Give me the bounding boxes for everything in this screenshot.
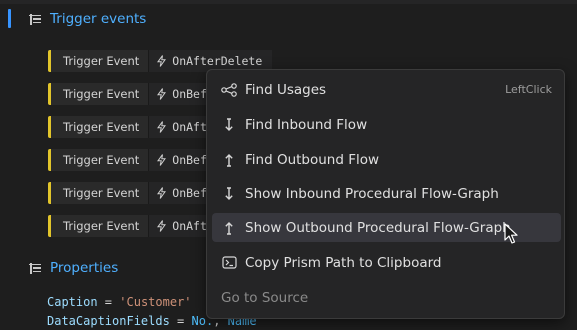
context-menu: Find Usages LeftClick Find Inbound Flow … [206,69,565,319]
trigger-kind: Trigger Event [48,83,149,105]
operator: = [169,314,192,328]
arrow-up-icon [221,152,237,168]
arrow-down-icon [221,186,237,202]
list-outline-icon [29,262,41,274]
trigger-kind: Trigger Event [48,50,149,72]
property-value: 'Customer' [119,295,192,309]
arrow-down-icon [221,117,237,133]
menu-item-show-inbound-graph[interactable]: Show Inbound Procedural Flow-Graph [212,179,561,208]
trigger-kind: Trigger Event [48,215,149,237]
trigger-events-title: Trigger events [50,11,147,27]
menu-item-label: Find Inbound Flow [245,116,368,133]
trigger-name: OnAfterDelete [172,54,263,68]
trigger-events-heading[interactable]: Trigger events [29,11,146,27]
trigger-row[interactable]: Trigger Event OnBefo [48,182,224,204]
menu-item-label: Show Inbound Procedural Flow-Graph [245,185,499,202]
trigger-row[interactable]: Trigger Event OnBefo [48,83,224,105]
menu-item-find-outbound-flow[interactable]: Find Outbound Flow [212,145,561,174]
menu-item-label: Go to Source [221,289,309,306]
lightning-icon [157,220,167,232]
lightning-icon [157,55,167,67]
active-section-indicator [8,9,11,28]
menu-item-find-usages[interactable]: Find Usages LeftClick [212,75,561,104]
trigger-kind: Trigger Event [48,182,149,204]
menu-item-label: Find Usages [245,81,327,98]
share-nodes-icon [221,82,237,98]
trigger-row[interactable]: Trigger Event OnBefo [48,149,224,171]
arrow-up-icon [221,220,237,236]
lightning-icon [157,187,167,199]
property-key: Caption [47,295,98,309]
menu-item-label: Copy Prism Path to Clipboard [245,254,442,271]
operator: = [97,295,120,309]
lightning-icon [157,121,167,133]
top-edge [0,0,577,4]
terminal-clipboard-icon [221,255,237,271]
lightning-icon [157,88,167,100]
mouse-pointer-icon [504,223,518,244]
code-line: Caption = 'Customer' [47,295,192,309]
trigger-row[interactable]: Trigger Event OnAfte [48,215,224,237]
menu-item-copy-prism-path[interactable]: Copy Prism Path to Clipboard [212,248,561,277]
menu-item-find-inbound-flow[interactable]: Find Inbound Flow [212,110,561,139]
list-outline-icon [29,13,41,25]
trigger-kind: Trigger Event [48,116,149,138]
properties-heading[interactable]: Properties [29,260,118,276]
property-key: DataCaptionFields [47,314,170,328]
menu-item-label: Find Outbound Flow [245,151,380,168]
lightning-icon [157,154,167,166]
trigger-row[interactable]: Trigger Event OnAfte [48,116,224,138]
properties-title: Properties [50,260,119,276]
menu-item-label: Show Outbound Procedural Flow-Graph [245,219,511,236]
trigger-kind: Trigger Event [48,149,149,171]
menu-item-go-to-source[interactable]: Go to Source [212,283,561,312]
shortcut-hint: LeftClick [505,83,552,96]
